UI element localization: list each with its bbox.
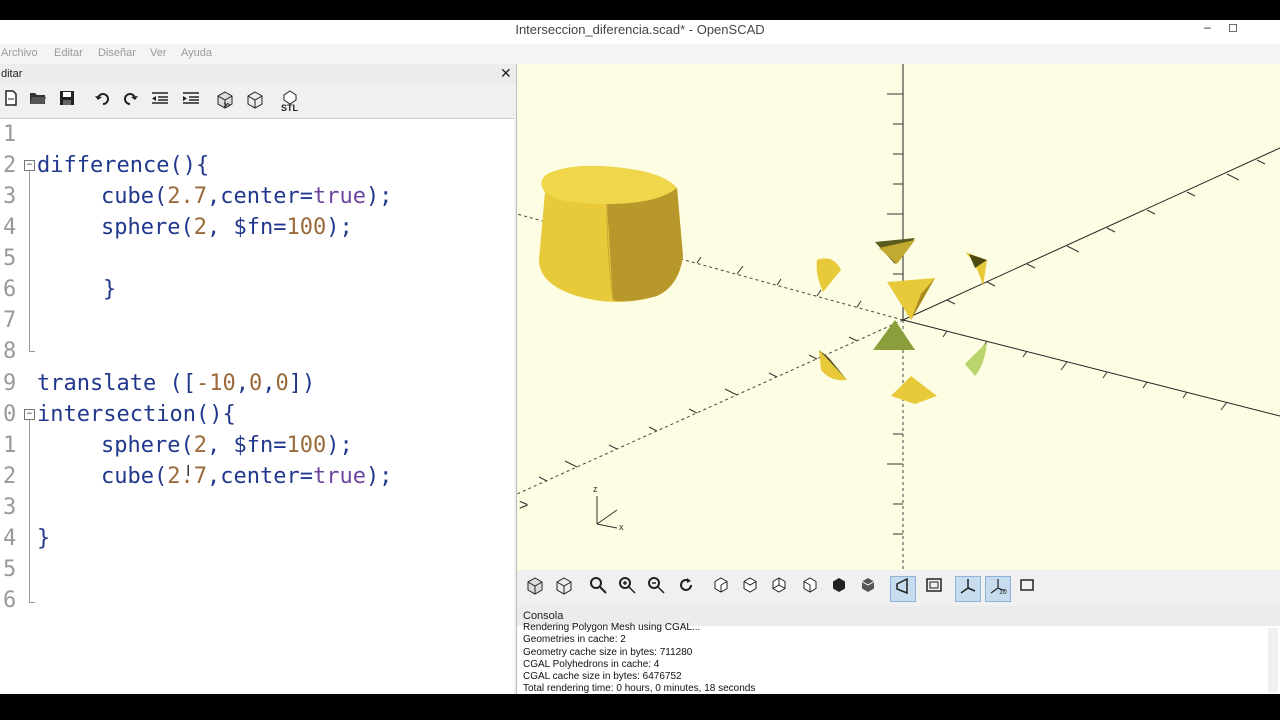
view-bottom-icon[interactable] <box>767 576 791 600</box>
console-line: Rendering Polygon Mesh using CGAL... <box>523 622 701 633</box>
new-file-icon[interactable] <box>0 90 22 112</box>
export-stl-icon[interactable]: STL <box>279 90 301 113</box>
console-line: CGAL cache size in bytes: 6476752 <box>523 671 682 683</box>
editor-toolbar: STL <box>0 84 516 118</box>
gizmo-x-label: x <box>619 522 624 532</box>
console-panel: Consola Rendering Polygon Mesh using CGA… <box>517 606 1280 694</box>
save-icon[interactable] <box>56 90 78 112</box>
code-line-3: cube(2.7,center=true); <box>101 184 393 209</box>
menu-ayuda[interactable]: Ayuda <box>181 47 212 59</box>
zoom-out-icon[interactable] <box>644 576 668 600</box>
editor-header: ditar ✕ <box>0 64 516 84</box>
console-scrollbar[interactable] <box>1268 628 1278 692</box>
editor-title: ditar <box>1 68 23 80</box>
axis-arrow-label: > <box>519 497 528 514</box>
view-front-icon[interactable] <box>827 576 851 600</box>
line-number: 0 <box>3 402 17 427</box>
window-titlebar: Interseccion_diferencia.scad* - OpenSCAD… <box>0 20 1280 44</box>
fold-line <box>29 420 30 602</box>
render-icon[interactable] <box>552 576 576 600</box>
view-left-icon[interactable] <box>798 576 822 600</box>
fold-marker[interactable]: − <box>24 409 35 420</box>
line-number: 5 <box>3 557 17 582</box>
fold-end <box>29 351 35 352</box>
code-editor[interactable]: 1 2 3 4 5 6 7 8 9 0 1 2 3 4 5 6 − − diff… <box>0 118 514 695</box>
show-axes-icon[interactable] <box>955 576 981 602</box>
svg-text:10: 10 <box>999 589 1007 595</box>
line-number: 2 <box>3 464 17 489</box>
maximize-button[interactable]: ◻ <box>1228 20 1238 34</box>
show-edges-icon[interactable] <box>1015 576 1039 600</box>
line-number: 6 <box>3 588 17 613</box>
preview-icon[interactable] <box>523 576 547 600</box>
code-line-9: translate ([-10,0,0]) <box>37 371 316 396</box>
stl-label: STL <box>281 103 299 112</box>
code-line-14: } <box>37 526 51 551</box>
code-line-4: sphere(2, $fn=100); <box>101 215 353 240</box>
undo-icon[interactable] <box>91 90 113 112</box>
line-number: 3 <box>3 184 17 209</box>
line-number: 1 <box>3 122 17 147</box>
console-title: Consola <box>523 610 564 622</box>
minimize-button[interactable]: – <box>1204 20 1211 34</box>
window-title: Interseccion_diferencia.scad* - OpenSCAD <box>515 22 765 37</box>
editor-close-icon[interactable]: ✕ <box>500 65 512 82</box>
editor-panel: ditar ✕ STL 1 2 3 4 5 6 7 8 9 0 1 2 3 4 … <box>0 64 517 695</box>
code-line-11: sphere(2, $fn=100); <box>101 433 353 458</box>
preview-icon[interactable] <box>214 90 236 112</box>
fold-marker[interactable]: − <box>24 160 35 171</box>
line-number: 4 <box>3 526 17 551</box>
render-icon[interactable] <box>244 90 266 112</box>
intersection-shape <box>539 165 683 302</box>
unindent-icon[interactable] <box>149 90 171 112</box>
text-cursor-icon: I <box>186 463 191 480</box>
indent-icon[interactable] <box>180 90 202 112</box>
redo-icon[interactable] <box>120 90 142 112</box>
menu-ver[interactable]: Ver <box>150 47 167 59</box>
axis-gizmo <box>596 496 618 529</box>
show-scale-icon[interactable]: 10 <box>985 576 1011 602</box>
code-line-12: cube(2.7,center=true); <box>101 464 393 489</box>
code-line-6: } <box>103 277 117 302</box>
view-all-icon[interactable] <box>586 576 610 600</box>
console-line: Total rendering time: 0 hours, 0 minutes… <box>523 683 756 694</box>
line-number: 9 <box>3 371 17 396</box>
fold-line <box>29 171 30 351</box>
console-output[interactable]: Rendering Polygon Mesh using CGAL... Geo… <box>523 622 1263 694</box>
menu-editar[interactable]: Editar <box>54 47 83 59</box>
menu-archivo[interactable]: Archivo <box>1 47 38 59</box>
3d-viewport[interactable]: z x > <box>517 64 1280 570</box>
line-number: 5 <box>3 246 17 271</box>
view-back-icon[interactable] <box>856 576 880 600</box>
line-number: 6 <box>3 277 17 302</box>
line-number: 3 <box>3 495 17 520</box>
y-axis-negative <box>517 319 904 495</box>
menu-disenar[interactable]: Diseñar <box>98 47 136 59</box>
line-number: 1 <box>3 433 17 458</box>
line-number: 7 <box>3 308 17 333</box>
menu-bar: Archivo Editar Diseñar Ver Ayuda <box>0 44 1280 64</box>
console-line: Geometries in cache: 2 <box>523 634 626 646</box>
x-axis <box>902 319 1280 417</box>
view-right-icon[interactable] <box>709 576 733 600</box>
view-toolbar: 10 <box>517 570 1280 606</box>
console-line: Geometry cache size in bytes: 711280 <box>523 646 693 658</box>
code-line-2: difference(){ <box>37 153 210 178</box>
fold-end <box>29 602 35 603</box>
view-top-icon[interactable] <box>738 576 762 600</box>
console-line: CGAL Polyhedrons in cache: 4 <box>523 658 660 670</box>
reset-view-icon[interactable] <box>674 576 698 600</box>
code-line-10: intersection(){ <box>37 402 236 427</box>
gizmo-z-label: z <box>593 484 598 494</box>
z-scale-ticks <box>887 93 903 535</box>
perspective-icon[interactable] <box>890 576 916 602</box>
zoom-in-icon[interactable] <box>615 576 639 600</box>
line-number: 4 <box>3 215 17 240</box>
open-file-icon[interactable] <box>27 90 49 112</box>
y-axis <box>902 147 1280 321</box>
orthogonal-icon[interactable] <box>922 576 946 600</box>
line-number: 8 <box>3 339 17 364</box>
screen-bottom-border <box>0 694 1280 720</box>
line-number: 2 <box>3 153 17 178</box>
